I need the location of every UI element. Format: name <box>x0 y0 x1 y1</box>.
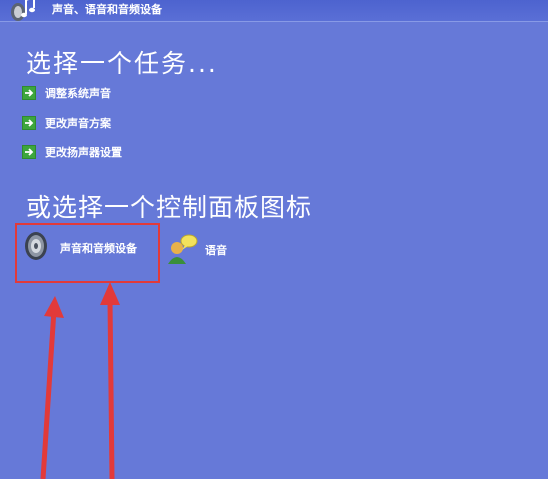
task-label: 更改扬声器设置 <box>45 146 122 159</box>
speaker-music-icon <box>8 0 42 22</box>
annotation-arrow-left <box>40 296 64 479</box>
task-heading: 选择一个任务... <box>26 49 218 78</box>
task-adjust-system-sound[interactable]: 调整系统声音 <box>22 84 111 102</box>
green-arrow-icon <box>22 86 36 100</box>
task-change-speaker-settings[interactable]: 更改扬声器设置 <box>22 143 122 161</box>
control-panel-heading: 或选择一个控制面板图标 <box>26 193 313 222</box>
speech-icon <box>166 232 198 268</box>
window-header: 声音、语音和音频设备 <box>0 0 548 22</box>
green-arrow-icon <box>22 145 36 159</box>
task-change-sound-scheme[interactable]: 更改声音方案 <box>22 114 111 132</box>
window-title: 声音、语音和音频设备 <box>52 3 162 16</box>
speech-icon-link[interactable]: 语音 <box>166 232 227 268</box>
annotation-arrow-right <box>100 282 120 479</box>
speech-label: 语音 <box>205 244 227 257</box>
task-label: 调整系统声音 <box>45 87 111 100</box>
annotation-highlight-box <box>15 223 160 283</box>
task-label: 更改声音方案 <box>45 117 111 130</box>
green-arrow-icon <box>22 116 36 130</box>
